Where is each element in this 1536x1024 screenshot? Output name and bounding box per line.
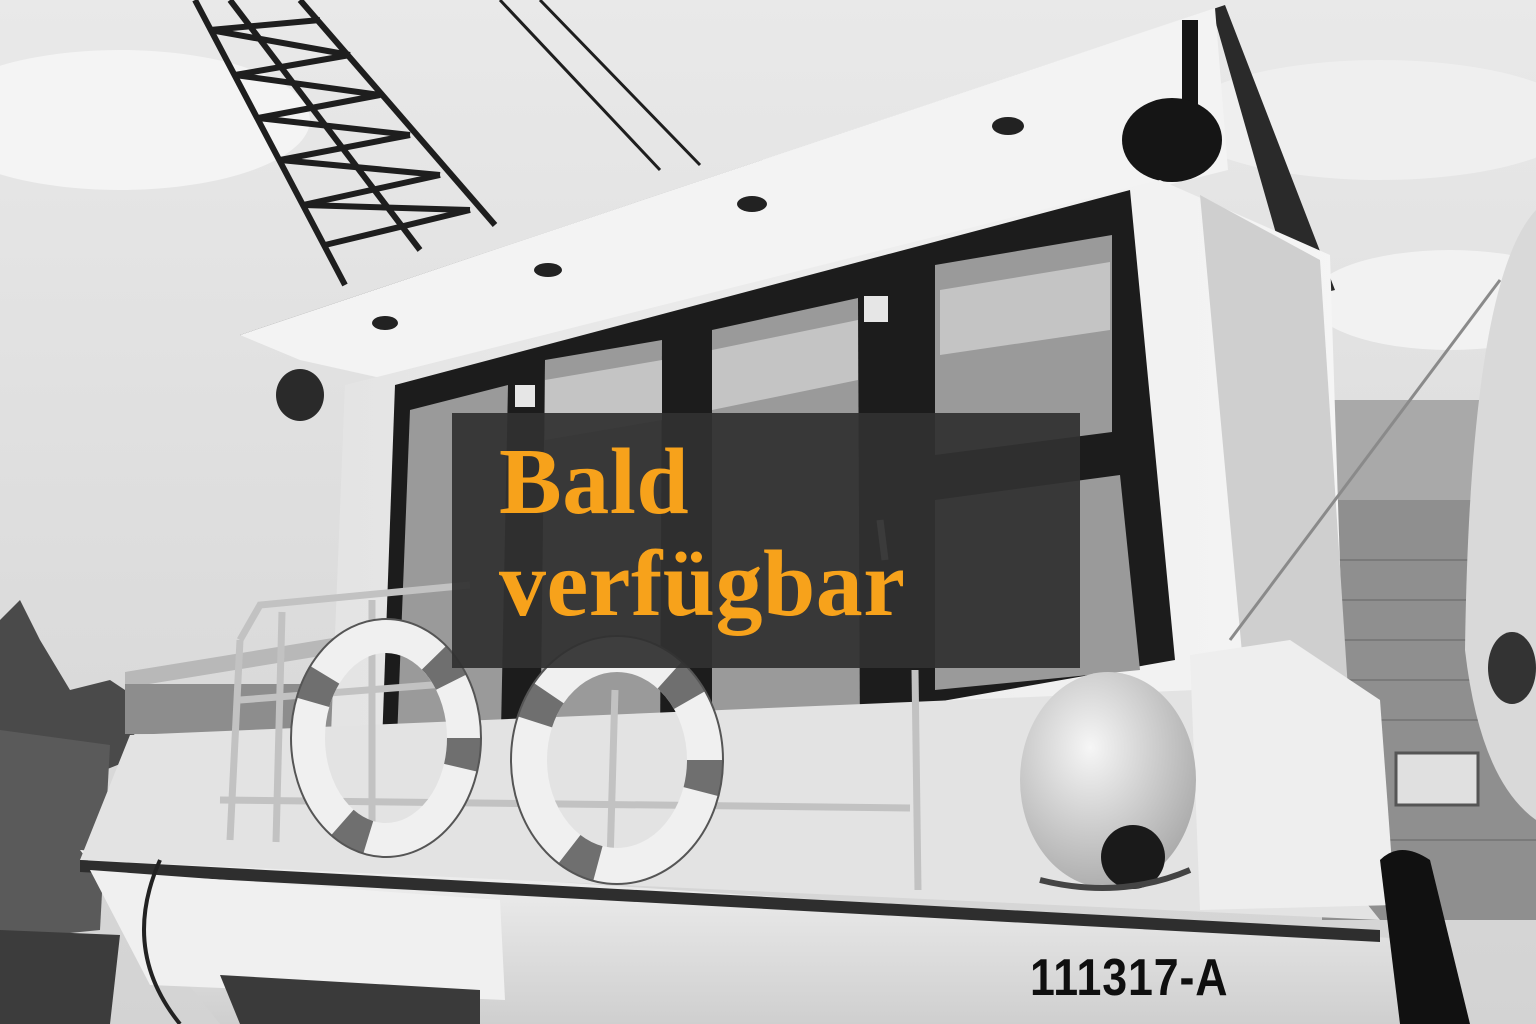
banner-line-2: verfügbar: [499, 532, 906, 636]
building-window: [1394, 751, 1480, 807]
side-mirror: [276, 369, 324, 421]
photo-scene: Bald verfügbar 111317-A: [0, 0, 1536, 1024]
neighbor-boat-porthole: [1488, 632, 1536, 704]
door-hinge: [515, 385, 535, 407]
availability-banner: Bald verfügbar: [452, 413, 1080, 668]
door-hinge: [864, 296, 888, 322]
trailer-frame: [0, 930, 120, 1024]
banner-line-1: Bald: [499, 430, 690, 534]
hull-registration-number: 111317-A: [1030, 949, 1229, 1007]
